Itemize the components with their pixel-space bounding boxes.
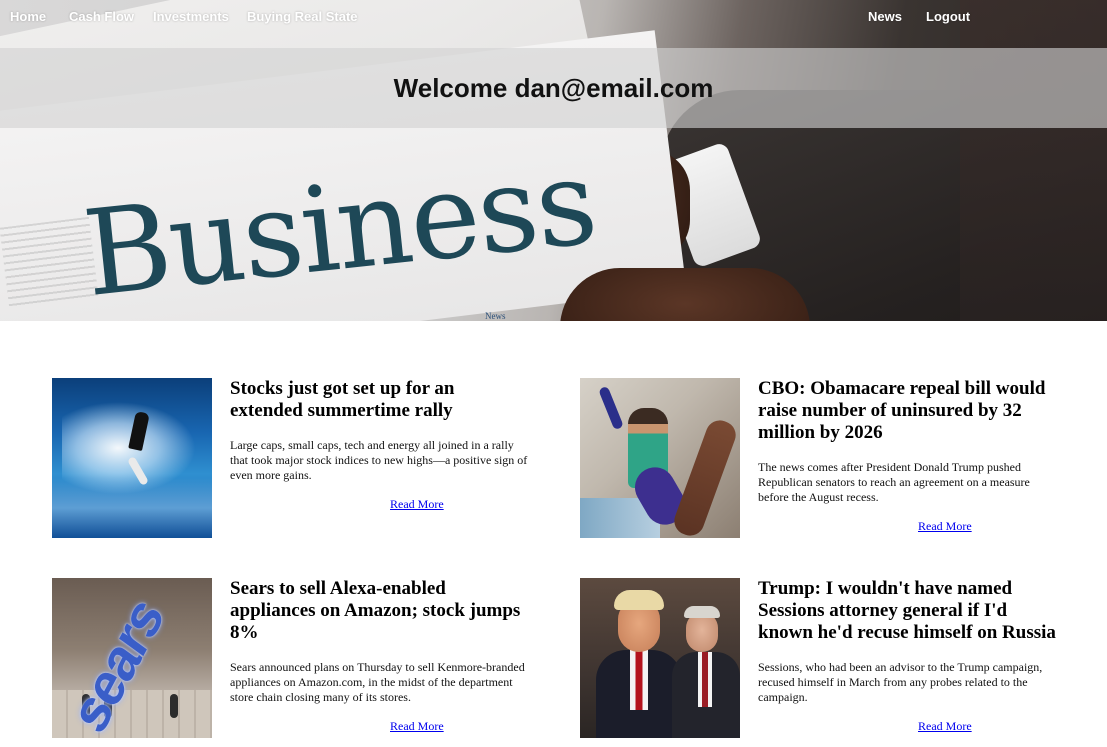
article-summary: Sears announced plans on Thursday to sel… bbox=[230, 660, 525, 704]
read-more-link[interactable]: Read More bbox=[918, 719, 1058, 734]
top-navbar: Home Cash Flow Investments Buying Real S… bbox=[0, 0, 1107, 34]
shopper-figure bbox=[170, 694, 178, 718]
patient-arm bbox=[670, 416, 740, 538]
nav-investments-link[interactable]: Investments bbox=[153, 9, 229, 24]
article-headline: Trump: I wouldn't have named Sessions at… bbox=[758, 578, 1056, 643]
hospital-patient-image bbox=[580, 378, 740, 538]
left-tie bbox=[630, 650, 648, 710]
hero-banner: Business News Home Cash Flow Investments… bbox=[0, 0, 1107, 321]
wave-water bbox=[52, 478, 212, 538]
welcome-band: Welcome dan@email.com bbox=[0, 48, 1107, 128]
raised-arm bbox=[598, 385, 624, 431]
right-tie bbox=[698, 652, 712, 707]
news-article: Trump: I wouldn't have named Sessions at… bbox=[580, 578, 1076, 747]
article-headline: CBO: Obamacare repeal bill would raise n… bbox=[758, 378, 1046, 443]
nav-logout-link[interactable]: Logout bbox=[926, 9, 970, 24]
news-article: sears Sears to sell Alexa-enabled applia… bbox=[52, 578, 548, 747]
article-summary: The news comes after President Donald Tr… bbox=[758, 460, 1030, 504]
read-more-link[interactable]: Read More bbox=[918, 519, 1058, 534]
sears-store-image: sears bbox=[52, 578, 212, 738]
article-body: Stocks just got set up for an extended s… bbox=[230, 378, 530, 512]
nav-cash-flow-link[interactable]: Cash Flow bbox=[69, 9, 134, 24]
read-more-link[interactable]: Read More bbox=[390, 497, 530, 512]
right-face bbox=[686, 612, 718, 652]
nav-home-link[interactable]: Home bbox=[10, 9, 46, 24]
left-hair bbox=[614, 590, 664, 610]
article-body: Sears to sell Alexa-enabled appliances o… bbox=[230, 578, 530, 734]
right-hair bbox=[684, 606, 720, 618]
article-summary: Large caps, small caps, tech and energy … bbox=[230, 438, 528, 482]
read-more-link[interactable]: Read More bbox=[390, 719, 530, 734]
nav-buying-real-state-link[interactable]: Buying Real State bbox=[247, 9, 358, 24]
news-article: CBO: Obamacare repeal bill would raise n… bbox=[580, 378, 1076, 548]
newspaper-section-label: News bbox=[485, 311, 506, 321]
surfer-wave-image bbox=[52, 378, 212, 538]
article-body: CBO: Obamacare repeal bill would raise n… bbox=[758, 378, 1058, 534]
welcome-message: Welcome dan@email.com bbox=[393, 72, 714, 103]
article-headline: Stocks just got set up for an extended s… bbox=[230, 378, 455, 421]
article-summary: Sessions, who had been an advisor to the… bbox=[758, 660, 1043, 704]
news-article: Stocks just got set up for an extended s… bbox=[52, 378, 548, 548]
article-headline: Sears to sell Alexa-enabled appliances o… bbox=[230, 578, 521, 643]
trump-sessions-image bbox=[580, 578, 740, 738]
holding-hand-image bbox=[560, 268, 810, 321]
article-body: Trump: I wouldn't have named Sessions at… bbox=[758, 578, 1058, 734]
nav-news-link[interactable]: News bbox=[868, 9, 902, 24]
